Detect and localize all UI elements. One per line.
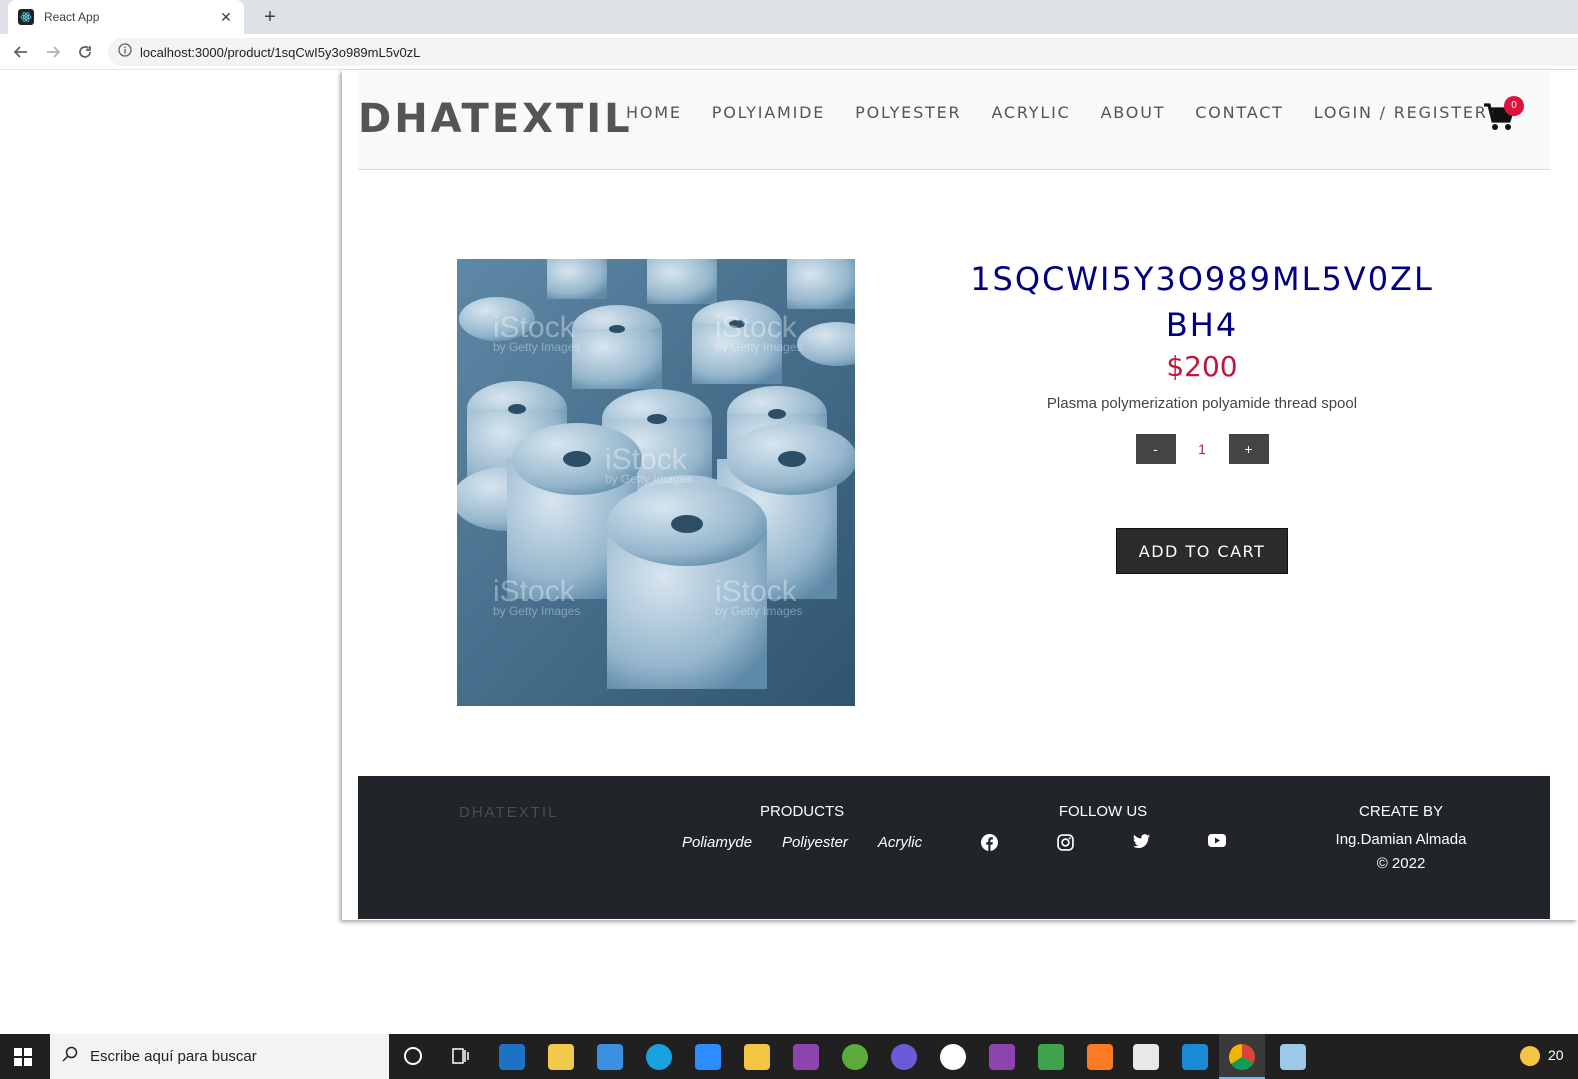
app-icon[interactable] [744, 1044, 770, 1070]
new-tab-button[interactable]: + [258, 5, 282, 29]
footer-link-poliamyde[interactable]: Poliamyde [682, 834, 752, 851]
visual-studio-icon[interactable] [989, 1044, 1015, 1070]
footer-author: Ing.Damian Almada [1335, 831, 1467, 848]
windows-start-icon[interactable] [14, 1048, 32, 1071]
product-price: $200 [1166, 350, 1238, 383]
browser-tabstrip: React App ✕ + [0, 0, 1578, 34]
qty-decrease-button[interactable]: - [1135, 434, 1176, 464]
node-icon[interactable] [1038, 1044, 1064, 1070]
nav-polyester[interactable]: POLYESTER [855, 103, 961, 122]
app-icon[interactable] [891, 1044, 917, 1070]
tab-title: React App [44, 10, 100, 24]
footer-follow-heading: FOLLOW US [1058, 803, 1148, 820]
task-view-icon[interactable] [452, 1047, 470, 1070]
weather-icon[interactable] [1520, 1046, 1540, 1066]
taskbar-search-input[interactable]: Escribe aquí para buscar [50, 1034, 389, 1079]
cart-count-badge: 0 [1504, 96, 1524, 116]
visual-studio-icon[interactable] [793, 1044, 819, 1070]
remote-desktop-icon[interactable] [1133, 1044, 1159, 1070]
app-window: DHATEXTIL HOME POLYIAMIDE POLYESTER ACRY… [342, 70, 1578, 920]
search-icon [62, 1046, 78, 1067]
back-arrow-icon[interactable] [9, 40, 33, 64]
youtube-icon[interactable] [1179, 834, 1255, 851]
app-icon[interactable] [1280, 1044, 1306, 1070]
instagram-icon[interactable] [1027, 834, 1103, 851]
edge-icon[interactable] [646, 1044, 672, 1070]
zoom-icon[interactable] [695, 1044, 721, 1070]
product-image: iStock iStock iStock iStock iStock by Ge… [457, 259, 855, 706]
nav-home[interactable]: HOME [626, 103, 682, 122]
footer-brand: DHATEXTIL [459, 804, 559, 821]
browser-tab[interactable]: React App ✕ [8, 0, 244, 34]
site-footer: DHATEXTIL PRODUCTS Poliamyde Poliyester … [358, 776, 1550, 919]
footer-create-heading: CREATE BY [1359, 803, 1443, 820]
address-bar[interactable]: localhost:3000/product/1sqCwI5y3o989mL5v… [108, 38, 1578, 66]
footer-products-heading: PRODUCTS [759, 803, 845, 820]
watermark-subtext: by Getty Images [715, 340, 802, 354]
chrome-icon [1229, 1044, 1255, 1070]
utorrent-icon[interactable] [842, 1044, 868, 1070]
mongodb-icon[interactable] [940, 1044, 966, 1070]
nav-contact[interactable]: CONTACT [1195, 103, 1283, 122]
footer-link-acrylic[interactable]: Acrylic [878, 834, 922, 851]
nav-login-register[interactable]: LOGIN / REGISTER [1314, 103, 1488, 122]
footer-copyright: © 2022 [1376, 855, 1426, 872]
nav-polyiamide[interactable]: POLYIAMIDE [712, 103, 825, 122]
product-title-line: 1SQCWI5Y3O989ML5V0ZL [970, 260, 1434, 298]
qty-value: 1 [1198, 441, 1206, 457]
footer-products: PRODUCTS Poliamyde Poliyester Acrylic [667, 803, 937, 851]
xampp-icon[interactable] [1087, 1044, 1113, 1070]
store-icon[interactable] [597, 1044, 623, 1070]
facebook-icon[interactable] [951, 834, 1027, 851]
watermark-subtext: by Getty Images [493, 340, 580, 354]
tab-close-icon[interactable]: ✕ [218, 9, 234, 26]
product-info: 1SQCWI5Y3O989ML5V0ZL BH4 $200 Plasma pol… [962, 256, 1442, 574]
weather-temp: 20 [1548, 1047, 1564, 1063]
cortana-icon[interactable] [404, 1047, 422, 1065]
reload-icon[interactable] [73, 40, 97, 64]
footer-create: CREATE BY Ing.Damian Almada © 2022 [1332, 803, 1470, 876]
vscode-icon[interactable] [1182, 1044, 1208, 1070]
footer-follow: FOLLOW US [951, 803, 1255, 851]
qty-increase-button[interactable]: + [1228, 434, 1269, 464]
info-icon[interactable] [118, 42, 132, 62]
file-explorer-icon[interactable] [548, 1044, 574, 1070]
watermark-subtext: by Getty Images [493, 604, 580, 618]
mail-icon[interactable] [499, 1044, 525, 1070]
product-description: Plasma polymerization polyamide thread s… [1046, 395, 1358, 412]
twitter-icon[interactable] [1103, 834, 1179, 851]
search-placeholder: Escribe aquí para buscar [90, 1048, 257, 1065]
forward-arrow-icon[interactable] [41, 40, 65, 64]
chrome-taskbar-item[interactable] [1219, 1034, 1265, 1079]
site-logo[interactable]: DHATEXTIL [358, 96, 633, 142]
footer-link-poliyester[interactable]: Poliyester [782, 834, 848, 851]
product-title: 1SQCWI5Y3O989ML5V0ZL BH4 [962, 256, 1442, 348]
site-header: DHATEXTIL HOME POLYIAMIDE POLYESTER ACRY… [358, 70, 1550, 170]
product-title-line: BH4 [1165, 306, 1239, 344]
url-text[interactable]: localhost:3000/product/1sqCwI5y3o989mL5v… [140, 45, 420, 60]
nav-acrylic[interactable]: ACRYLIC [991, 103, 1070, 122]
cart-button[interactable]: 0 [1482, 96, 1524, 140]
react-favicon-icon [18, 9, 34, 25]
windows-taskbar: Escribe aquí para buscar 20 [0, 1034, 1578, 1079]
main-nav: HOME POLYIAMIDE POLYESTER ACRYLIC ABOUT … [626, 103, 1518, 122]
watermark-subtext: by Getty Images [715, 604, 802, 618]
watermark-subtext: by Getty Images [605, 472, 692, 486]
browser-toolbar: localhost:3000/product/1sqCwI5y3o989mL5v… [0, 34, 1578, 70]
quantity-stepper: - 1 + [962, 434, 1442, 464]
nav-about[interactable]: ABOUT [1101, 103, 1166, 122]
add-to-cart-button[interactable]: ADD TO CART [1116, 528, 1288, 574]
